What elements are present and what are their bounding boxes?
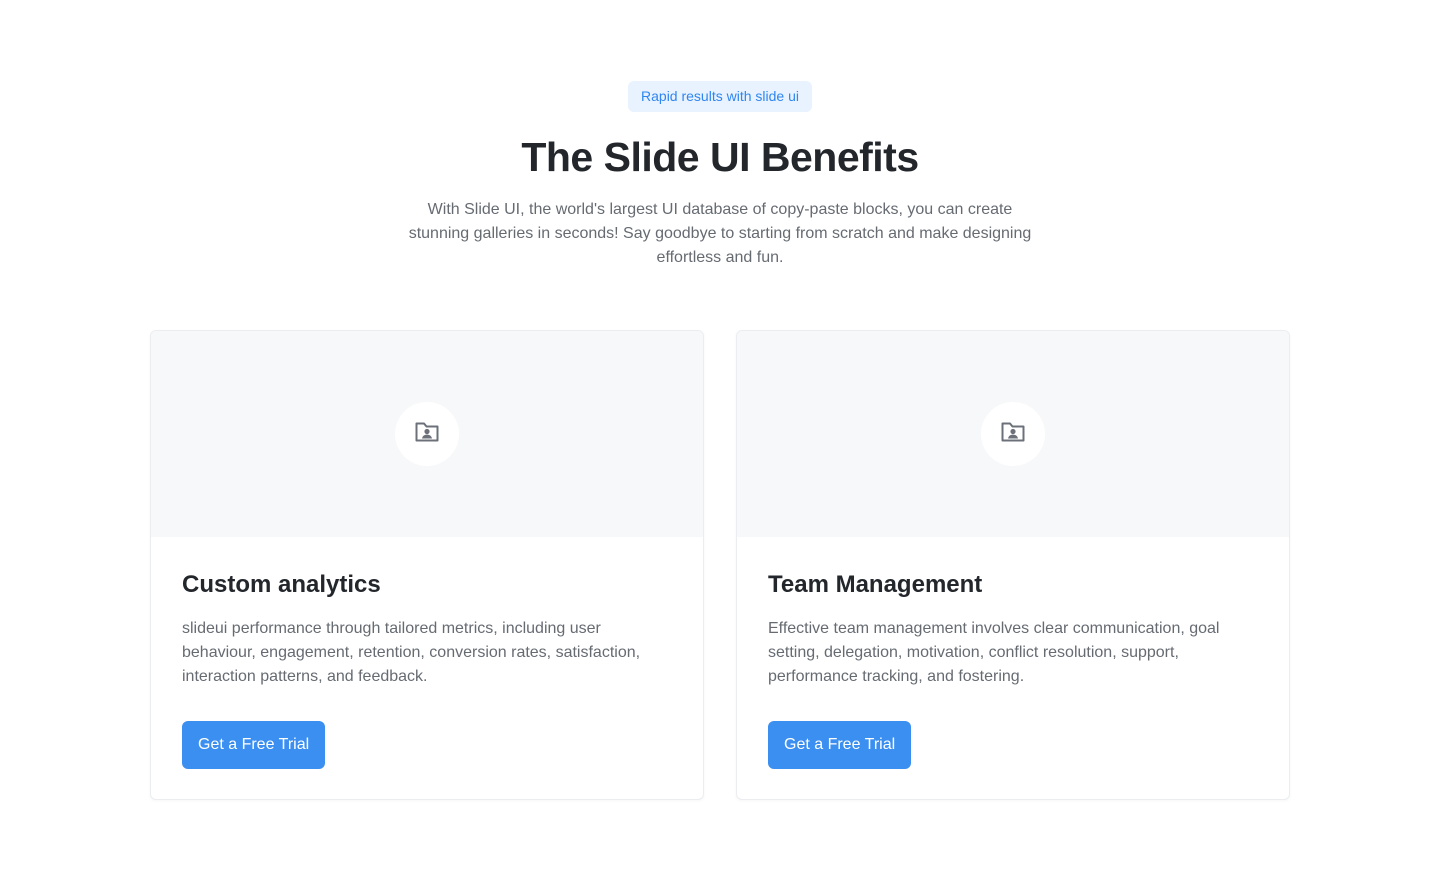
free-trial-button[interactable]: Get a Free Trial xyxy=(768,721,912,769)
card-title: Custom analytics xyxy=(182,571,381,598)
card-image-placeholder xyxy=(737,331,1289,537)
free-trial-button[interactable]: Get a Free Trial xyxy=(182,721,326,769)
card-title: Team Management xyxy=(768,571,983,598)
hero-section: Rapid results with slide ui The Slide UI… xyxy=(0,81,1440,270)
card-description: Effective team management involves clear… xyxy=(768,620,1220,685)
folder-user-icon xyxy=(1000,420,1026,449)
card-body: Custom analytics slideui performance thr… xyxy=(151,537,703,769)
icon-circle xyxy=(395,402,459,466)
folder-user-icon xyxy=(414,420,440,449)
card-body: Team Management Effective team managemen… xyxy=(737,537,1289,769)
hero-subtitle: With Slide UI, the world's largest UI da… xyxy=(408,201,1032,266)
icon-circle xyxy=(981,402,1045,466)
benefit-card-custom-analytics: Custom analytics slideui performance thr… xyxy=(150,330,704,800)
card-description: slideui performance through tailored met… xyxy=(182,620,641,685)
hero-badge: Rapid results with slide ui xyxy=(628,81,812,112)
benefit-cards: Custom analytics slideui performance thr… xyxy=(150,330,1290,800)
page-title: The Slide UI Benefits xyxy=(521,134,919,180)
benefit-card-team-management: Team Management Effective team managemen… xyxy=(736,330,1290,800)
page: Rapid results with slide ui The Slide UI… xyxy=(0,0,1440,880)
card-image-placeholder xyxy=(151,331,703,537)
